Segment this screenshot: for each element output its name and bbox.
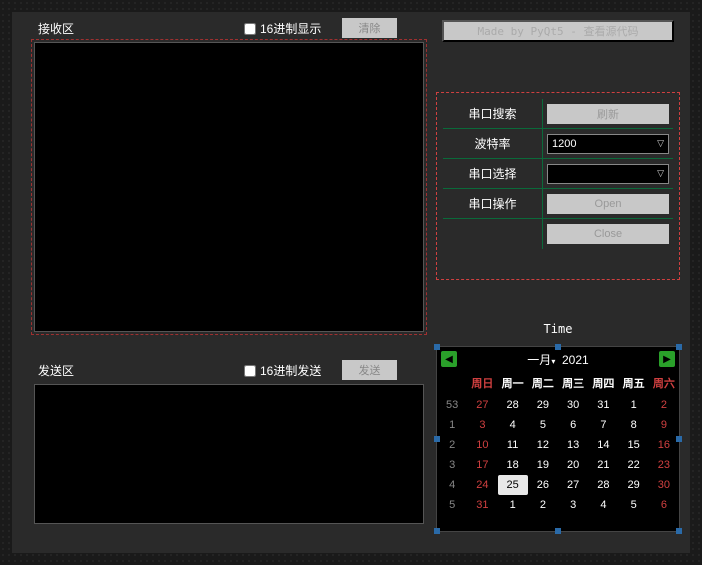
calendar-day[interactable]: 3: [467, 415, 497, 435]
calendar-day[interactable]: 28: [498, 395, 528, 415]
calendar-day[interactable]: 7: [588, 415, 618, 435]
calendar-day[interactable]: 16: [649, 435, 679, 455]
receive-area-label: 接收区: [38, 20, 74, 37]
calendar-day[interactable]: 3: [558, 495, 588, 515]
calendar-day[interactable]: 11: [498, 435, 528, 455]
calendar-day[interactable]: 15: [619, 435, 649, 455]
resize-handle[interactable]: [434, 528, 440, 534]
calendar-day[interactable]: 4: [498, 415, 528, 435]
calendar-widget[interactable]: ◀ 一月▾ 2021 ▶ 周日周一周二周三周四周五周六5327282930311…: [436, 346, 680, 532]
calendar-day[interactable]: 30: [649, 475, 679, 495]
calendar-day[interactable]: 20: [558, 455, 588, 475]
resize-handle[interactable]: [555, 528, 561, 534]
calendar-week-number: 4: [437, 475, 467, 495]
calendar-day[interactable]: 26: [528, 475, 558, 495]
calendar-dow: 周二: [528, 371, 558, 395]
calendar-next-button[interactable]: ▶: [659, 351, 675, 367]
resize-handle[interactable]: [434, 344, 440, 350]
calendar-day[interactable]: 30: [558, 395, 588, 415]
calendar-week-number: 2: [437, 435, 467, 455]
calendar-day[interactable]: 18: [498, 455, 528, 475]
calendar-day[interactable]: 28: [588, 475, 618, 495]
receive-textarea[interactable]: [34, 42, 424, 332]
refresh-button[interactable]: 刷新: [547, 104, 669, 124]
open-button[interactable]: Open: [547, 194, 669, 214]
calendar-dow: 周三: [558, 371, 588, 395]
hex-send-label: 16进制发送: [260, 362, 321, 379]
serial-config-panel: 串口搜索 刷新 波特率 1200 ▽ 串口选择 ▽ 串口操作 Open: [436, 92, 680, 280]
calendar-day[interactable]: 27: [558, 475, 588, 495]
calendar-title[interactable]: 一月▾ 2021: [527, 351, 588, 368]
calendar-day[interactable]: 24: [467, 475, 497, 495]
calendar-day[interactable]: 4: [588, 495, 618, 515]
hex-send-checkbox[interactable]: 16进制发送: [244, 362, 321, 379]
calendar-day[interactable]: 9: [649, 415, 679, 435]
chevron-down-icon: ▽: [657, 168, 664, 179]
resize-handle[interactable]: [676, 528, 682, 534]
calendar-week-number: 1: [437, 415, 467, 435]
baud-rate-label: 波特率: [443, 129, 543, 158]
calendar-day[interactable]: 31: [588, 395, 618, 415]
madeby-button[interactable]: Made by PyQt5 - 查看源代码: [442, 20, 674, 42]
resize-handle[interactable]: [676, 344, 682, 350]
send-button[interactable]: 发送: [342, 360, 397, 380]
calendar-dow: 周五: [619, 371, 649, 395]
clear-button[interactable]: 清除: [342, 18, 397, 38]
hex-display-checkbox[interactable]: 16进制显示: [244, 20, 321, 37]
baud-rate-value: 1200: [552, 138, 576, 150]
send-textarea[interactable]: [34, 384, 424, 524]
calendar-day[interactable]: 1: [498, 495, 528, 515]
hex-send-checkbox-input[interactable]: [244, 365, 256, 377]
calendar-day[interactable]: 8: [619, 415, 649, 435]
calendar-prev-button[interactable]: ◀: [441, 351, 457, 367]
calendar-week-number: 5: [437, 495, 467, 515]
calendar-dow: 周六: [649, 371, 679, 395]
calendar-dow: 周日: [467, 371, 497, 395]
calendar-day[interactable]: 6: [558, 415, 588, 435]
calendar-day[interactable]: 23: [649, 455, 679, 475]
port-select-label: 串口选择: [443, 159, 543, 188]
resize-handle[interactable]: [676, 436, 682, 442]
hex-display-checkbox-input[interactable]: [244, 23, 256, 35]
calendar-day[interactable]: 19: [528, 455, 558, 475]
calendar-day[interactable]: 25: [498, 475, 528, 495]
serial-op-blank: [443, 219, 543, 249]
hex-display-label: 16进制显示: [260, 20, 321, 37]
calendar-week-number: 53: [437, 395, 467, 415]
baud-rate-combo[interactable]: 1200 ▽: [547, 134, 669, 154]
calendar-day[interactable]: 21: [588, 455, 618, 475]
calendar-dow: 周四: [588, 371, 618, 395]
calendar-day[interactable]: 29: [619, 475, 649, 495]
calendar-day[interactable]: 22: [619, 455, 649, 475]
calendar-day[interactable]: 17: [467, 455, 497, 475]
calendar-dow-blank: [437, 371, 467, 395]
calendar-day[interactable]: 2: [528, 495, 558, 515]
calendar-day[interactable]: 27: [467, 395, 497, 415]
calendar-day[interactable]: 31: [467, 495, 497, 515]
close-button[interactable]: Close: [547, 224, 669, 244]
calendar-week-number: 3: [437, 455, 467, 475]
send-area-label: 发送区: [38, 362, 74, 379]
calendar-day[interactable]: 5: [619, 495, 649, 515]
calendar-day[interactable]: 10: [467, 435, 497, 455]
calendar-day[interactable]: 13: [558, 435, 588, 455]
calendar-day[interactable]: 2: [649, 395, 679, 415]
calendar-day[interactable]: 12: [528, 435, 558, 455]
serial-search-label: 串口搜索: [443, 99, 543, 128]
calendar-day[interactable]: 1: [619, 395, 649, 415]
calendar-dow: 周一: [498, 371, 528, 395]
time-label: Time: [436, 322, 680, 336]
calendar-day[interactable]: 14: [588, 435, 618, 455]
chevron-down-icon: ▽: [657, 138, 664, 149]
calendar-day[interactable]: 29: [528, 395, 558, 415]
port-select-combo[interactable]: ▽: [547, 164, 669, 184]
calendar-day[interactable]: 6: [649, 495, 679, 515]
calendar-grid: 周日周一周二周三周四周五周六53272829303112134567892101…: [437, 371, 679, 515]
calendar-day[interactable]: 5: [528, 415, 558, 435]
resize-handle[interactable]: [555, 344, 561, 350]
serial-op-label: 串口操作: [443, 189, 543, 218]
resize-handle[interactable]: [434, 436, 440, 442]
